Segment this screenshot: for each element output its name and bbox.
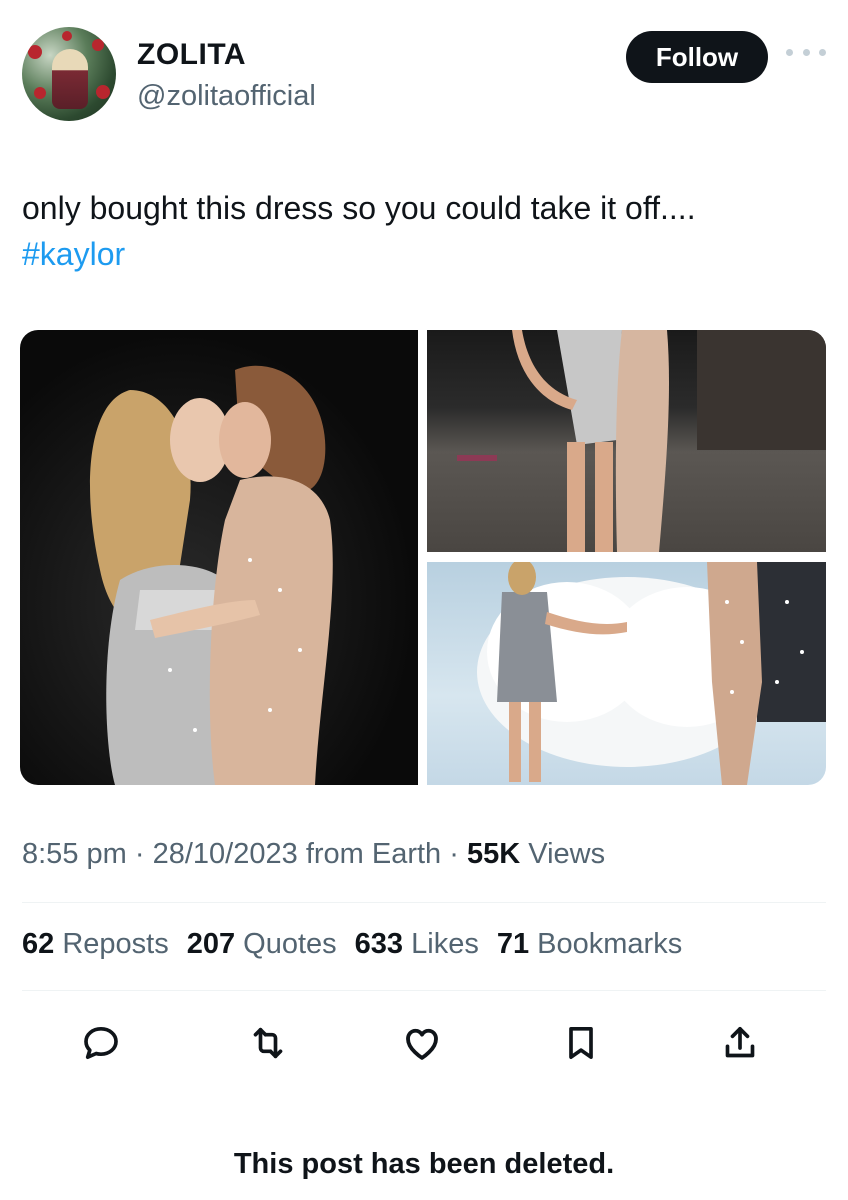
photo-3[interactable]	[427, 562, 826, 785]
stat-count: 633	[354, 928, 404, 960]
divider	[22, 902, 826, 903]
stat-label: Bookmarks	[537, 928, 683, 960]
tweet-meta: 8:55 pm · 28/10/2023 from Earth · 55K Vi…	[22, 838, 605, 871]
ellipsis-icon[interactable]	[786, 42, 826, 62]
stat-label: Quotes	[243, 928, 337, 960]
stat-bookmarks[interactable]: 71 Bookmarks	[497, 928, 682, 961]
stat-quotes[interactable]: 207 Quotes	[187, 928, 337, 961]
stat-reposts[interactable]: 62 Reposts	[22, 928, 169, 961]
author-display-name[interactable]: ZOLITA	[137, 38, 246, 72]
tweet-location: from Earth	[305, 838, 442, 870]
views-count[interactable]: 55K	[467, 838, 520, 870]
bookmark-icon[interactable]	[556, 1018, 606, 1068]
repost-icon[interactable]	[243, 1018, 293, 1068]
tweet-date[interactable]: 28/10/2023	[153, 838, 298, 870]
deleted-notice: This post has been deleted.	[233, 1148, 615, 1180]
divider	[22, 990, 826, 991]
author-handle[interactable]: @zolitaofficial	[137, 80, 316, 113]
separator: ·	[449, 838, 459, 870]
photo-1[interactable]	[20, 330, 418, 785]
photo-1-illustration	[90, 365, 333, 785]
stat-label: Likes	[411, 928, 479, 960]
stat-likes[interactable]: 633 Likes	[355, 928, 479, 961]
separator: ·	[134, 838, 145, 870]
tweet-time[interactable]: 8:55 pm	[22, 838, 127, 870]
engagement-stats: 62 Reposts 207 Quotes 633 Likes 71 Bookm…	[22, 928, 682, 961]
like-icon[interactable]	[397, 1018, 447, 1068]
avatar[interactable]	[22, 27, 116, 121]
share-icon[interactable]	[715, 1018, 765, 1068]
reply-icon[interactable]	[76, 1018, 126, 1068]
stat-count: 71	[496, 928, 530, 960]
stat-count: 62	[22, 928, 55, 960]
hashtag-link[interactable]: #kaylor	[22, 231, 822, 277]
stat-label: Reposts	[62, 928, 169, 960]
media-grid	[20, 330, 826, 785]
photo-2[interactable]	[427, 330, 826, 552]
tweet-body: only bought this dress so you could take…	[22, 190, 696, 226]
stat-count: 207	[186, 928, 236, 960]
views-label[interactable]: Views	[528, 838, 605, 870]
action-bar	[0, 1018, 848, 1068]
tweet-text: only bought this dress so you could take…	[22, 185, 822, 277]
photo-2-illustration	[457, 330, 826, 552]
follow-button[interactable]: Follow	[626, 31, 768, 83]
photo-3-illustration	[477, 562, 826, 785]
